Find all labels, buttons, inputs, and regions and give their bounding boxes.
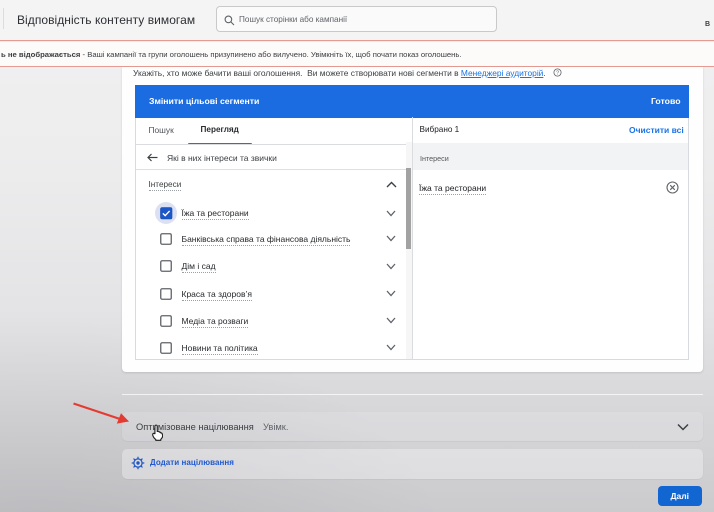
svg-text:?: ? <box>556 71 559 77</box>
